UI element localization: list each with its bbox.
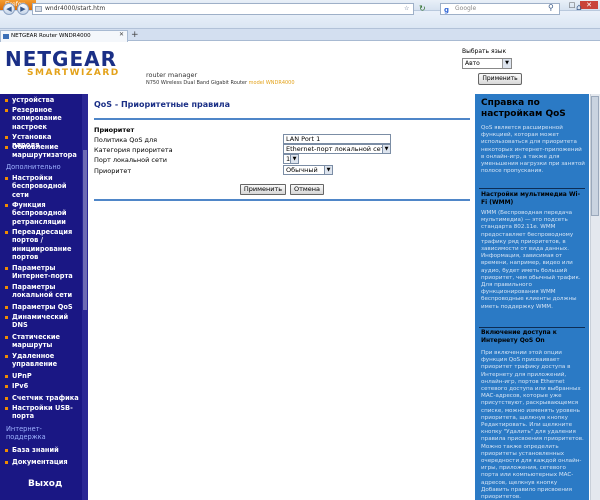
reload-icon[interactable]: ↻ — [419, 4, 426, 13]
model-name: model WNDR4000 — [248, 80, 295, 86]
sidebar-item-lan[interactable]: Параметры локальной сети — [0, 283, 80, 300]
sidebar-item-backup[interactable]: Резервное копирование настроек — [0, 106, 80, 131]
category-value: Ethernet-порт локальной сети — [286, 145, 389, 153]
language-label: Выбрать язык — [462, 48, 507, 55]
sidebar-item-device[interactable]: устройства — [0, 96, 80, 104]
netgear-favicon-icon — [3, 34, 9, 39]
port-select[interactable]: 1 ▼ — [283, 154, 299, 164]
help-qos-text: При включении этой опции функция QoS при… — [481, 350, 584, 500]
sidebar-item-firmware[interactable]: Обновление маршрутизатора — [0, 143, 80, 160]
priority-value: Обычный — [286, 166, 318, 174]
sidebar-item-docs[interactable]: Документация — [0, 458, 80, 466]
policy-input[interactable]: LAN Port 1 — [283, 134, 391, 144]
sidebar-scroll-thumb[interactable] — [83, 150, 87, 310]
help-panel: Справка по настройкам QoS QoS является р… — [475, 94, 589, 500]
port-label: Порт локальной сети — [94, 156, 167, 164]
close-tab-icon[interactable]: ✕ — [119, 31, 124, 38]
chevron-down-icon: ▼ — [290, 155, 298, 163]
product-description: N750 Wireless Dual Band Gigabit Router — [146, 80, 248, 86]
priority-select[interactable]: Обычный ▼ — [283, 165, 333, 175]
google-icon: g — [444, 6, 450, 14]
priority-label: Приоритет — [94, 167, 132, 175]
product-subtitle: N750 Wireless Dual Band Gigabit Router m… — [146, 80, 295, 86]
help-divider — [479, 188, 585, 189]
page-title: QoS - Приоритетные правила — [94, 100, 231, 109]
sidebar-item-wireless[interactable]: Настройки беспроводной сети — [0, 174, 80, 199]
sidebar-item-port-forwarding[interactable]: Переадресация портов / инициирование пор… — [0, 228, 80, 262]
logout-button[interactable]: Выход — [28, 479, 62, 489]
sidebar-section-support: Интернет-поддержка — [6, 425, 46, 442]
sidebar-item-repeater[interactable]: Функция беспроводной ретрансляции — [0, 201, 80, 226]
sidebar-item-traffic-meter[interactable]: Счетчик трафика — [0, 394, 80, 402]
sidebar-item-internet-port[interactable]: Параметры Интернет-порта — [0, 264, 80, 281]
help-intro: QoS является расширенной функцией, котор… — [481, 125, 585, 175]
cancel-button[interactable]: Отмена — [290, 184, 324, 195]
search-icon[interactable]: ⚲ — [548, 3, 554, 12]
search-placeholder: Google — [455, 5, 477, 12]
help-title: Справка по настройкам QoS — [481, 98, 566, 119]
chevron-down-icon: ▼ — [324, 166, 332, 174]
sidebar-item-qos[interactable]: Параметры QoS — [0, 303, 80, 311]
url-text: wndr4000/start.htm — [45, 5, 106, 12]
category-select[interactable]: Ethernet-порт локальной сети ▼ — [283, 144, 391, 154]
back-icon[interactable]: ◀ — [3, 3, 15, 15]
new-tab-button[interactable]: + — [131, 30, 139, 40]
site-favicon-icon — [35, 6, 42, 12]
smartwizard-logo: SMARTWIZARD — [27, 68, 120, 78]
help-divider — [479, 327, 585, 328]
title-divider — [94, 118, 470, 120]
help-wmm-text: WMM (Беспроводная передача мультимедиа) … — [481, 210, 581, 310]
sidebar-item-upnp[interactable]: UPnP — [0, 372, 80, 380]
sidebar-item-static-routes[interactable]: Статические маршруты — [0, 333, 80, 350]
home-icon[interactable]: ⌂ — [576, 3, 582, 13]
tab-title: NETGEAR Router WNDR4000 — [11, 33, 91, 39]
page-scroll-thumb[interactable] — [591, 96, 599, 216]
language-value: Авто — [465, 60, 480, 67]
tab-netgear[interactable]: NETGEAR Router WNDR4000 — [0, 30, 128, 42]
sidebar-menu: устройства Резервное копирование настрое… — [0, 94, 88, 500]
sidebar-item-knowledge-base[interactable]: База знаний — [0, 446, 80, 454]
sidebar-item-ddns[interactable]: Динамический DNS — [0, 313, 80, 330]
close-button[interactable]: ✕ — [580, 1, 598, 9]
chevron-down-icon: ▼ — [382, 145, 390, 153]
main-panel — [88, 94, 471, 500]
category-label: Категория приоритета — [94, 146, 173, 154]
apply-button[interactable]: Применить — [240, 184, 286, 195]
help-wmm-title: Настройки мультимедиа Wi-Fi (WMM) — [481, 191, 581, 206]
help-qos-title: Включение доступа к Интернету QoS On — [481, 329, 557, 344]
forward-icon[interactable]: ▶ — [17, 3, 29, 15]
section-title: Приоритет — [94, 126, 135, 134]
chevron-down-icon: ▼ — [502, 59, 511, 68]
sidebar-section-advanced: Дополнительно — [6, 163, 61, 171]
sidebar-item-ipv6[interactable]: IPv6 — [0, 382, 80, 390]
product-name: router manager — [146, 71, 198, 79]
language-select[interactable]: Авто ▼ — [462, 58, 512, 69]
url-bar[interactable]: wndr4000/start.htm — [32, 3, 414, 15]
star-icon[interactable]: ☆ — [404, 5, 409, 12]
sidebar-item-remote-mgmt[interactable]: Удаленное управление — [0, 352, 80, 369]
policy-label: Политика QoS для — [94, 136, 158, 144]
sidebar-item-usb[interactable]: Настройки USB-порта — [0, 404, 80, 421]
bottom-divider — [94, 199, 470, 201]
language-apply-button[interactable]: Применить — [478, 73, 522, 85]
search-input[interactable]: g Google — [440, 3, 560, 15]
